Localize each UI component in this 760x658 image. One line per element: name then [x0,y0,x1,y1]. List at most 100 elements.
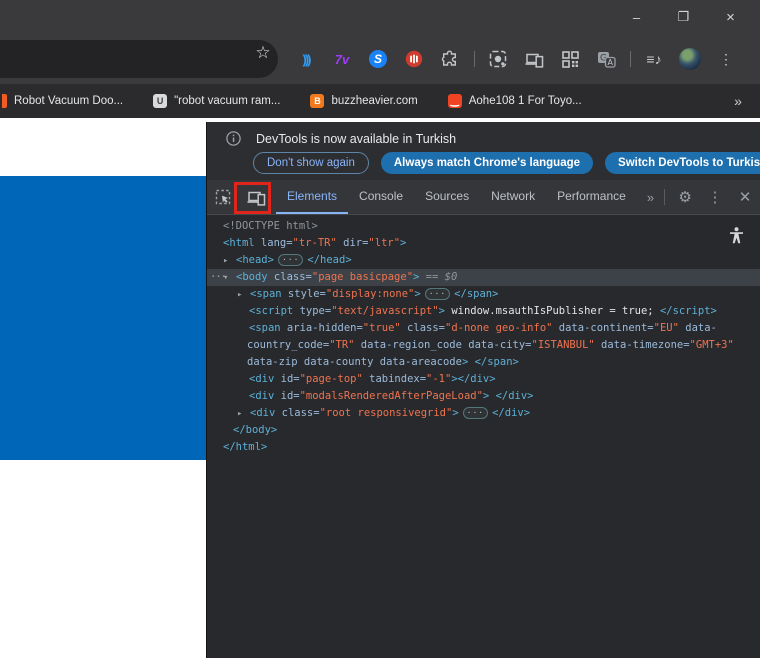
code-token: <head> [236,254,274,266]
bookmark-item[interactable]: ‿Aohe108 1 For Toyo... [448,94,582,108]
window-controls: –❐× [613,0,754,34]
code-token: $0 [445,271,458,283]
code-token: "modalsRenderedAfterPageLoad" [300,390,483,402]
code-line[interactable]: </html> [207,439,760,456]
expand-arrow-closed-icon[interactable]: ▸ [237,406,250,423]
devtools-close-icon[interactable]: ✕ [735,188,755,206]
devtools-tab-network[interactable]: Network [480,180,546,214]
bookmark-favicon: U [153,94,167,108]
maximize-button[interactable]: ❐ [660,0,707,34]
code-line[interactable]: ▸<span style="display:none">···</span> [207,286,760,303]
toolbar-icons: )))7vS GA≡♪ ⋮ [288,34,744,84]
devtools-settings-gear-icon[interactable]: ⚙ [675,188,695,206]
code-line[interactable]: country_code="TR" data-region_code data-… [207,337,760,354]
devtools-menu-dots-icon[interactable]: ⋮ [705,188,725,206]
extensions-puzzle-icon[interactable] [432,34,468,84]
code-line[interactable]: <!DOCTYPE html> [207,218,760,235]
devtools-tab-console[interactable]: Console [348,180,414,214]
info-icon [226,131,241,146]
devtools-tab-sources[interactable]: Sources [414,180,480,214]
code-token: <body [236,271,268,283]
code-line[interactable]: </body> [207,422,760,439]
code-token: class= [275,407,319,419]
expand-arrow-closed-icon[interactable]: ▸ [223,253,236,270]
code-token: > </div> [483,390,534,402]
voice-wave-extension-icon[interactable]: ))) [288,34,324,84]
code-token: > </span> [462,356,519,368]
profile-avatar[interactable] [672,34,708,84]
code-token: aria-hidden= [281,322,363,334]
code-token: tabindex= [363,373,426,385]
collapsed-content-ellipsis[interactable]: ··· [278,254,303,266]
code-line[interactable]: <div id="page-top" tabindex="-1"></div> [207,371,760,388]
bookmark-items: Robot Vacuum Doo... U"robot vacuum ram...… [0,94,716,108]
browser-menu-dots-icon[interactable]: ⋮ [708,34,744,84]
browser-window: –❐× ☆ )))7vS GA≡♪ ⋮ Robot Vacuum Doo... U"r… [0,0,760,658]
address-bar[interactable] [0,40,278,78]
code-token: </span> [454,288,498,300]
bookmark-item[interactable]: Bbuzzheavier.com [310,94,417,108]
devtools-tab-elements[interactable]: Elements [276,180,348,214]
node-options-dots-icon[interactable]: ··· [210,269,226,286]
elements-tree: <!DOCTYPE html> <html lang="tr-TR" dir="l… [207,215,760,456]
code-line[interactable]: ···▾<body class="page basicpage"> == $0 [207,269,760,286]
code-token: </head> [307,254,351,266]
infobar-buttons: Don't show again Always match Chrome's la… [207,146,760,174]
code-line[interactable]: data-zip data-county data-areacode> </sp… [207,354,760,371]
infobar-message: DevTools is now available in Turkish [256,132,456,146]
code-line[interactable]: <script type="text/javascript"> window.m… [207,303,760,320]
bookmark-item[interactable]: Robot Vacuum Doo... [2,94,123,108]
code-token: data-continent= [552,322,653,334]
red-circle-extension-icon[interactable] [396,34,432,84]
device-emulation-icon[interactable] [516,34,552,84]
code-token: </html> [223,441,267,453]
screen-capture-icon[interactable] [480,34,516,84]
code-token: <!DOCTYPE html> [223,220,318,232]
devtools-tab-performance[interactable]: Performance [546,180,637,214]
minimize-button[interactable]: – [613,0,660,34]
toolbar-divider [664,189,665,205]
code-token: </div> [492,407,530,419]
code-line[interactable]: <html lang="tr-TR" dir="ltr"> [207,235,760,252]
code-line[interactable]: <span aria-hidden="true" class="d-none g… [207,320,760,337]
code-token: class= [268,271,312,283]
code-line[interactable]: <div id="modalsRenderedAfterPageLoad"> <… [207,388,760,405]
infobar-button[interactable]: Switch DevTools to Turkish [605,152,760,174]
code-token: data- [679,322,717,334]
infobar-button[interactable]: Always match Chrome's language [381,152,593,174]
media-playlist-icon[interactable]: ≡♪ [636,34,672,84]
qr-code-icon[interactable] [552,34,588,84]
bookmark-star-icon[interactable]: ☆ [248,38,278,68]
translate-icon[interactable]: GA [588,34,624,84]
devtools-toolbar: ElementsConsoleSourcesNetworkPerformance… [207,180,760,215]
more-tabs-chevron-icon[interactable]: » [637,180,664,214]
inspect-element-icon[interactable] [215,189,232,206]
code-token: <span [249,322,281,334]
code-token: <div [250,407,275,419]
device-toolbar-icon[interactable] [247,189,266,206]
devtools-infobar: DevTools is now available in Turkish Don… [207,122,760,180]
close-button[interactable]: × [707,0,754,34]
bookmark-item[interactable]: U"robot vacuum ram... [153,94,280,108]
bookmarks-overflow-chevron-icon[interactable]: » [716,93,760,109]
code-token: country_code= [247,339,329,351]
code-line[interactable]: ▸<head> ··· </head> [207,252,760,269]
code-token: > [400,237,406,249]
bookmark-favicon [2,94,7,108]
code-line[interactable]: ▸<div class="root responsivegrid">···</d… [207,405,760,422]
collapsed-content-ellipsis[interactable]: ··· [463,407,488,419]
shazam-extension-icon[interactable]: S [360,34,396,84]
collapsed-content-ellipsis[interactable]: ··· [425,288,450,300]
bookmark-label: buzzheavier.com [331,95,417,107]
bookmark-label: Aohe108 1 For Toyo... [469,95,582,107]
infobar-button[interactable]: Don't show again [253,152,369,174]
code-token: <html [223,237,255,249]
purple-extension-icon[interactable]: 7v [324,34,360,84]
code-token: "ISTANBUL" [532,339,595,351]
code-token: data-zip data-county data-areacode [247,356,462,368]
code-token: "-1" [426,373,451,385]
code-token: "GMT+3" [690,339,734,351]
bookmark-label: Robot Vacuum Doo... [14,95,123,107]
expand-arrow-closed-icon[interactable]: ▸ [237,287,250,304]
code-token: style= [282,288,326,300]
